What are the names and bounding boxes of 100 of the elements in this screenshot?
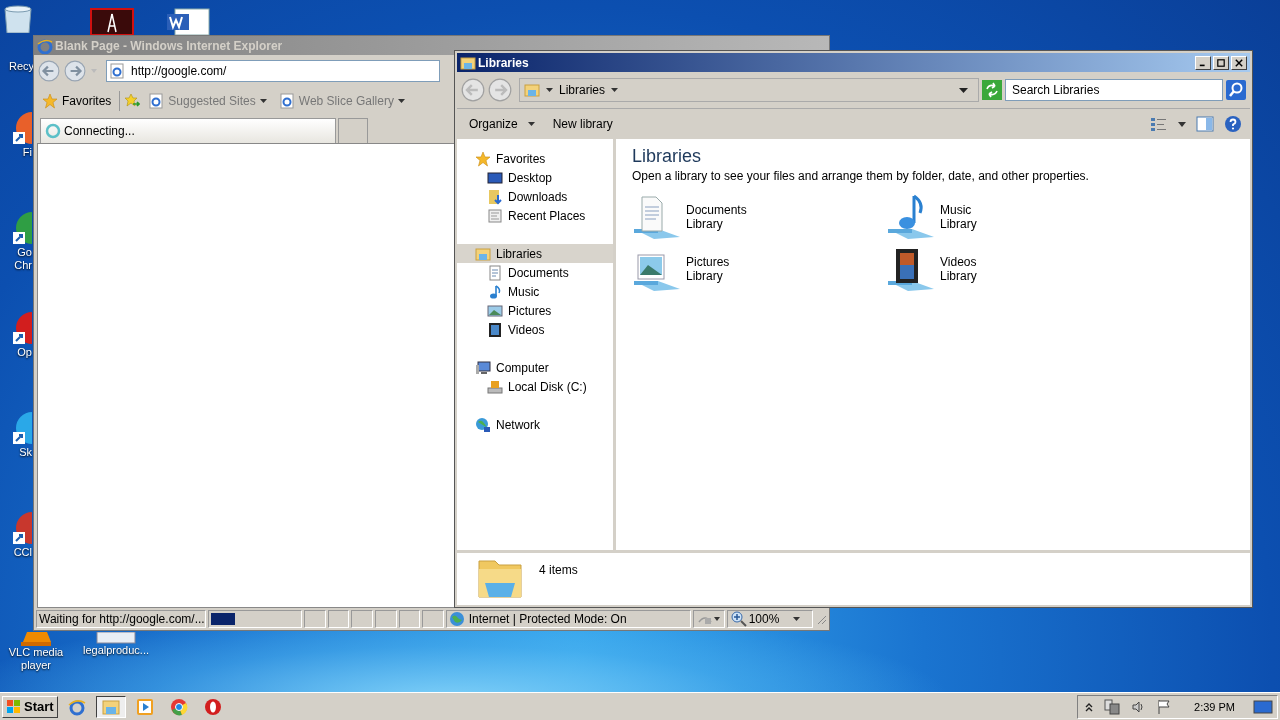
library-folder-icon: [475, 245, 491, 262]
media-player-icon: [135, 697, 154, 716]
network-icon[interactable]: [1104, 698, 1121, 715]
search-field[interactable]: Search Libraries: [1005, 79, 1223, 101]
library-item[interactable]: Music Library: [886, 193, 977, 241]
address-field[interactable]: http://google.com/: [106, 60, 440, 82]
organize-button[interactable]: Organize: [465, 115, 539, 133]
windows-logo-icon: [6, 698, 22, 715]
caret-icon: [546, 88, 553, 92]
globe-icon: [475, 416, 491, 433]
page-icon: [278, 93, 295, 109]
nav-item[interactable]: Recent Places: [457, 206, 613, 225]
icon-label: Recy: [8, 60, 35, 73]
nav-item[interactable]: Libraries: [457, 244, 613, 263]
icon-label: Chr: [14, 259, 32, 272]
resize-grip-icon[interactable]: [815, 613, 828, 625]
app-shortcut-icon[interactable]: [12, 210, 32, 246]
flag-icon[interactable]: [1156, 698, 1173, 715]
music-note-icon: [886, 193, 936, 241]
nav-item[interactable]: Downloads: [457, 187, 613, 206]
music-note-icon: [487, 283, 503, 300]
word-document-icon[interactable]: [165, 8, 211, 35]
clock[interactable]: 2:39 PM: [1194, 700, 1235, 713]
document-icon: [487, 264, 503, 281]
back-button[interactable]: [38, 60, 60, 82]
nav-item[interactable]: Desktop: [457, 168, 613, 187]
browser-icon: [37, 37, 53, 54]
app-shortcut-icon[interactable]: [12, 310, 32, 346]
library-folder-icon: [524, 82, 540, 98]
caret-icon[interactable]: [959, 87, 968, 93]
show-desktop-icon[interactable]: [1253, 698, 1273, 715]
status-pane: [422, 610, 444, 628]
view-options-icon[interactable]: [1150, 116, 1168, 132]
start-button[interactable]: Start: [2, 695, 58, 718]
recent-places-icon: [487, 207, 503, 224]
close-button[interactable]: [1231, 55, 1247, 70]
document-icon: [632, 193, 682, 241]
breadcrumb[interactable]: Libraries: [559, 83, 606, 97]
monitor-icon: [487, 169, 503, 186]
nav-item[interactable]: Favorites: [457, 149, 613, 168]
caret-icon: [527, 122, 535, 126]
refresh-button[interactable]: [982, 80, 1002, 100]
picture-icon: [487, 302, 503, 319]
icon-label: legalproduc...: [82, 644, 149, 657]
maximize-button[interactable]: [1213, 55, 1229, 70]
icon-label: VLC media: [8, 646, 64, 659]
traffic-cone-icon[interactable]: [21, 632, 51, 646]
library-folder-icon: [460, 54, 476, 71]
preview-pane-icon[interactable]: [1196, 116, 1214, 132]
app-icon: [203, 697, 222, 716]
forward-button[interactable]: [64, 60, 86, 82]
nav-item[interactable]: Documents: [457, 263, 613, 282]
caret-icon: [611, 88, 619, 92]
star-icon: [475, 150, 491, 167]
maximize-icon: [1217, 58, 1225, 67]
browser-tab[interactable]: Connecting...: [40, 118, 336, 143]
app-icon: [67, 697, 86, 716]
security-zone[interactable]: Internet | Protected Mode: On: [445, 610, 691, 628]
address-bar[interactable]: Libraries: [519, 78, 979, 102]
download-folder-icon: [487, 188, 503, 205]
icon-label: Sk: [19, 446, 32, 459]
item-count: 4 items: [539, 563, 578, 577]
search-icon: [1226, 80, 1246, 100]
computer-icon: [475, 359, 491, 376]
star-icon: [42, 93, 58, 109]
status-pane: [398, 610, 421, 628]
nav-item[interactable]: Videos: [457, 320, 613, 339]
close-icon: [1235, 58, 1243, 67]
refresh-icon: [982, 80, 1002, 100]
nav-item[interactable]: Computer: [457, 358, 613, 377]
favorites-button[interactable]: Favorites: [38, 91, 116, 111]
icon-label: player: [21, 659, 51, 672]
icon-label: Go: [17, 246, 32, 259]
app-shortcut-icon[interactable]: [12, 510, 32, 546]
film-icon: [487, 321, 503, 338]
page-icon: [148, 93, 165, 109]
app-shortcut-icon[interactable]: [12, 410, 32, 446]
page-description: Open a library to see your files and arrange them by folder, date, and other properties.: [632, 169, 1089, 183]
app-shortcut-icon[interactable]: [12, 110, 32, 146]
library-item[interactable]: Videos Library: [886, 245, 977, 293]
app-icon: [169, 697, 188, 716]
status-pane: [304, 610, 326, 628]
minimize-button[interactable]: [1195, 55, 1211, 70]
zoom-button[interactable]: 100%: [726, 610, 814, 628]
help-icon[interactable]: [1224, 115, 1242, 133]
nav-item[interactable]: Pictures: [457, 301, 613, 320]
security-button[interactable]: [692, 610, 725, 628]
pdf-document-icon[interactable]: [90, 8, 134, 35]
window-title: Libraries: [478, 55, 529, 70]
nav-item[interactable]: Local Disk (C:): [457, 377, 613, 396]
caret-icon[interactable]: [1178, 121, 1186, 127]
library-item[interactable]: Documents Library: [632, 193, 747, 241]
status-text: Waiting for http://google.com/...: [36, 610, 206, 628]
search-button[interactable]: [1226, 80, 1246, 100]
nav-item[interactable]: Music: [457, 282, 613, 301]
taskbar-app-button[interactable]: [95, 695, 126, 718]
nav-item[interactable]: Network: [457, 415, 613, 434]
new-library-button[interactable]: New library: [548, 115, 617, 133]
library-item[interactable]: Pictures Library: [632, 245, 730, 293]
recycle-bin-icon[interactable]: [3, 5, 33, 33]
